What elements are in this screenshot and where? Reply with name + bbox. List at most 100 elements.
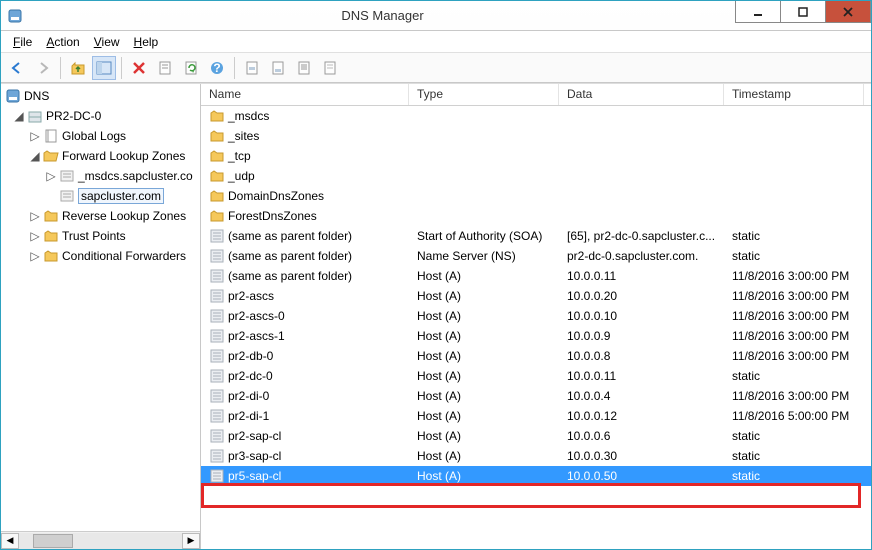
list-item[interactable]: _udp: [201, 166, 871, 186]
list-item[interactable]: pr2-db-0 Host (A) 10.0.0.8 11/8/2016 3:0…: [201, 346, 871, 366]
item-name: (same as parent folder): [228, 229, 352, 243]
tree-cond-fwd[interactable]: ▷ Conditional Forwarders: [1, 246, 200, 266]
up-button[interactable]: [66, 56, 90, 80]
tree-sapcluster-zone[interactable]: ▷ sapcluster.com: [1, 186, 200, 206]
content: DNS ◢ PR2-DC-0 ▷ Global Logs ◢ Forward L…: [1, 83, 871, 549]
list-body[interactable]: _msdcs _sites _tcp _udp DomainDnsZones F…: [201, 106, 871, 549]
list-item[interactable]: ForestDnsZones: [201, 206, 871, 226]
item-type: Host (A): [409, 429, 559, 443]
scroll-left-icon[interactable]: ◀: [1, 533, 19, 549]
item-data: 10.0.0.11: [559, 269, 724, 283]
scroll-thumb[interactable]: [33, 534, 73, 548]
tree-trust-points[interactable]: ▷ Trust Points: [1, 226, 200, 246]
list-item[interactable]: pr3-sap-cl Host (A) 10.0.0.30 static: [201, 446, 871, 466]
expand-icon[interactable]: ▷: [29, 250, 41, 262]
list-item[interactable]: (same as parent folder) Name Server (NS)…: [201, 246, 871, 266]
item-type: Host (A): [409, 449, 559, 463]
item-name: pr2-di-1: [228, 409, 269, 423]
folder-icon: [209, 128, 225, 144]
menu-help[interactable]: Help: [128, 33, 165, 51]
record-icon: [209, 228, 225, 244]
new-record-button[interactable]: [240, 56, 264, 80]
list-item[interactable]: _sites: [201, 126, 871, 146]
list-item[interactable]: (same as parent folder) Host (A) 10.0.0.…: [201, 266, 871, 286]
list-item[interactable]: pr2-dc-0 Host (A) 10.0.0.11 static: [201, 366, 871, 386]
list-pane: Name Type Data Timestamp _msdcs _sites _…: [201, 84, 871, 549]
item-timestamp: 11/8/2016 3:00:00 PM: [724, 269, 864, 283]
properties-button[interactable]: [153, 56, 177, 80]
folder-icon: [43, 248, 59, 264]
list-item[interactable]: _tcp: [201, 146, 871, 166]
list-item[interactable]: pr2-di-1 Host (A) 10.0.0.12 11/8/2016 5:…: [201, 406, 871, 426]
help-button[interactable]: ?: [205, 56, 229, 80]
tree-server[interactable]: ◢ PR2-DC-0: [1, 106, 200, 126]
filter-button[interactable]: [292, 56, 316, 80]
col-name[interactable]: Name: [201, 84, 409, 105]
scroll-right-icon[interactable]: ▶: [182, 533, 200, 549]
dns-icon: [5, 88, 21, 104]
maximize-button[interactable]: [780, 1, 826, 23]
menu-file[interactable]: File: [7, 33, 38, 51]
item-timestamp: static: [724, 369, 864, 383]
scroll-track[interactable]: [19, 533, 182, 549]
list-item[interactable]: pr2-ascs Host (A) 10.0.0.20 11/8/2016 3:…: [201, 286, 871, 306]
menu-view[interactable]: View: [88, 33, 126, 51]
extra-button[interactable]: [318, 56, 342, 80]
server-icon: [27, 108, 43, 124]
col-type[interactable]: Type: [409, 84, 559, 105]
item-name: DomainDnsZones: [228, 189, 324, 203]
close-button[interactable]: [825, 1, 871, 23]
tree-root-dns[interactable]: DNS: [1, 86, 200, 106]
new-record-button-2[interactable]: [266, 56, 290, 80]
tree-global-logs[interactable]: ▷ Global Logs: [1, 126, 200, 146]
item-type: Start of Authority (SOA): [409, 229, 559, 243]
list-header: Name Type Data Timestamp: [201, 84, 871, 106]
titlebar: DNS Manager: [1, 1, 871, 31]
item-type: Host (A): [409, 269, 559, 283]
item-timestamp: 11/8/2016 3:00:00 PM: [724, 349, 864, 363]
list-item[interactable]: pr5-sap-cl Host (A) 10.0.0.50 static: [201, 466, 871, 486]
forward-button[interactable]: [31, 56, 55, 80]
menu-action[interactable]: Action: [40, 33, 85, 51]
record-icon: [209, 288, 225, 304]
tree-msdcs-zone[interactable]: ▷ _msdcs.sapcluster.co: [1, 166, 200, 186]
item-data: 10.0.0.20: [559, 289, 724, 303]
folder-icon: [43, 228, 59, 244]
item-name: pr2-ascs-1: [228, 329, 285, 343]
tree-rlz[interactable]: ▷ Reverse Lookup Zones: [1, 206, 200, 226]
expand-icon[interactable]: ▷: [29, 130, 41, 142]
col-data[interactable]: Data: [559, 84, 724, 105]
list-item[interactable]: pr2-ascs-1 Host (A) 10.0.0.9 11/8/2016 3…: [201, 326, 871, 346]
item-data: 10.0.0.9: [559, 329, 724, 343]
expand-icon[interactable]: ▷: [45, 170, 57, 182]
tree-label: PR2-DC-0: [46, 109, 101, 123]
list-item[interactable]: pr2-ascs-0 Host (A) 10.0.0.10 11/8/2016 …: [201, 306, 871, 326]
item-type: Host (A): [409, 329, 559, 343]
delete-button[interactable]: [127, 56, 151, 80]
item-name: pr2-di-0: [228, 389, 269, 403]
refresh-button[interactable]: [179, 56, 203, 80]
list-item[interactable]: DomainDnsZones: [201, 186, 871, 206]
item-name: ForestDnsZones: [228, 209, 317, 223]
minimize-button[interactable]: [735, 1, 781, 23]
list-item[interactable]: pr2-sap-cl Host (A) 10.0.0.6 static: [201, 426, 871, 446]
item-data: 10.0.0.30: [559, 449, 724, 463]
tree-hscrollbar[interactable]: ◀ ▶: [1, 531, 200, 549]
item-timestamp: 11/8/2016 3:00:00 PM: [724, 329, 864, 343]
list-item[interactable]: _msdcs: [201, 106, 871, 126]
tree[interactable]: DNS ◢ PR2-DC-0 ▷ Global Logs ◢ Forward L…: [1, 84, 200, 531]
list-item[interactable]: pr2-di-0 Host (A) 10.0.0.4 11/8/2016 3:0…: [201, 386, 871, 406]
tree-flz[interactable]: ◢ Forward Lookup Zones: [1, 146, 200, 166]
expand-icon[interactable]: ▷: [29, 230, 41, 242]
window-buttons: [736, 1, 871, 30]
collapse-icon[interactable]: ◢: [29, 150, 41, 162]
item-name: _tcp: [228, 149, 251, 163]
item-type: Host (A): [409, 349, 559, 363]
collapse-icon[interactable]: ◢: [13, 110, 25, 122]
item-name: pr2-sap-cl: [228, 429, 281, 443]
col-timestamp[interactable]: Timestamp: [724, 84, 864, 105]
expand-icon[interactable]: ▷: [29, 210, 41, 222]
back-button[interactable]: [5, 56, 29, 80]
list-item[interactable]: (same as parent folder) Start of Authori…: [201, 226, 871, 246]
show-hide-tree-button[interactable]: [92, 56, 116, 80]
